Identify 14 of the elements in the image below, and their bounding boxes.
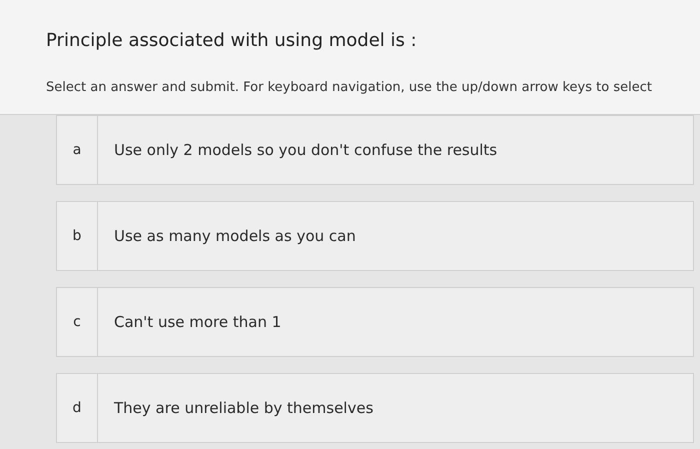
option-text: Can't use more than 1 <box>113 312 282 333</box>
option-text: They are unreliable by themselves <box>113 398 374 419</box>
instructions-text: Select an answer and submit. For keyboard navigation, use the up/down arrow keys to select <box>45 78 653 97</box>
answer-option[interactable]: c Can't use more than 1 <box>56 287 694 357</box>
option-letter: b <box>57 202 98 270</box>
option-text: Use as many models as you can <box>113 226 356 247</box>
option-letter: d <box>57 374 98 442</box>
question-title: Principle associated with using model is : <box>46 30 418 51</box>
option-letter: c <box>57 288 98 356</box>
answer-option[interactable]: b Use as many models as you can <box>56 201 694 271</box>
answer-option[interactable]: d They are unreliable by themselves <box>56 373 694 443</box>
option-letter: a <box>57 116 98 184</box>
option-text: Use only 2 models so you don't confuse the results <box>113 140 498 161</box>
answer-option[interactable]: a Use only 2 models so you don't confuse the results <box>56 115 694 185</box>
